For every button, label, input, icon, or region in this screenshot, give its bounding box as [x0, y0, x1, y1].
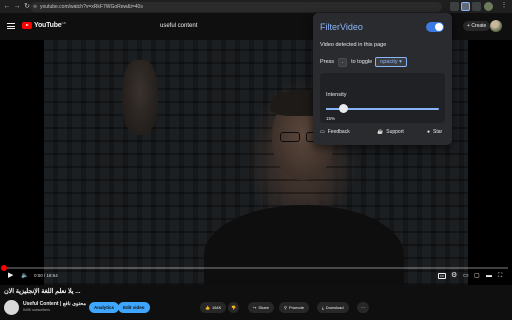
menu-icon[interactable] [7, 23, 15, 29]
toggle-text: to toggle [351, 59, 373, 65]
intensity-label: Intensity [326, 92, 347, 98]
profile-icon[interactable] [484, 2, 493, 11]
chevron-down-icon: ▾ [399, 59, 402, 65]
progress-bar[interactable] [1, 265, 508, 271]
browser-toolbar: ← → ↻ ⊜ youtube.com/watch?v=xRkF7WGoRew&… [0, 0, 512, 13]
cast-icon[interactable]: ▢ [474, 272, 480, 280]
feedback-link[interactable]: ▭ Feedback [320, 129, 350, 135]
intensity-slider[interactable] [326, 104, 439, 113]
captions-icon[interactable]: CC [438, 273, 446, 279]
feedback-icon: ▭ [320, 129, 325, 135]
detection-status: Video detected in this page [320, 42, 387, 48]
video-shoulders [204, 205, 404, 285]
search-query[interactable]: useful content [160, 23, 197, 29]
share-icon: ↪ [253, 305, 257, 310]
support-link[interactable]: ☕ Support [377, 129, 404, 135]
address-bar[interactable]: ⊜ youtube.com/watch?v=xRkF7WGoRew&t=40s [30, 2, 442, 12]
support-icon: ☕ [377, 129, 384, 135]
url-text: youtube.com/watch?v=xRkF7WGoRew&t=40s [40, 4, 143, 10]
share-button[interactable]: ↪ Share [248, 302, 275, 313]
intensity-value: 15% [326, 116, 336, 121]
create-button[interactable]: + Create [463, 21, 491, 31]
like-button[interactable]: 👍 164K [200, 302, 227, 313]
filtervideo-extension-icon[interactable] [461, 2, 470, 11]
intensity-panel: Intensity 15% [320, 73, 445, 123]
play-icon[interactable]: ▶ [8, 272, 13, 280]
dislike-button[interactable]: 👎 [228, 302, 239, 313]
video-title: يلا نعلم اللغة الإنجليزية الان ... [4, 288, 81, 295]
subscriber-count: 549K subscribers [23, 308, 51, 312]
time-display: 0:00 / 18:54 [34, 273, 58, 278]
account-avatar[interactable] [490, 20, 502, 32]
toggle-knob [435, 23, 443, 31]
site-info-icon[interactable]: ⊜ [33, 2, 37, 12]
video-hand [122, 60, 158, 135]
star-link[interactable]: ● Star [427, 129, 442, 135]
channel-avatar[interactable] [4, 300, 19, 315]
back-icon[interactable]: ← [2, 2, 12, 12]
more-icon: ⋯ [361, 305, 365, 310]
promote-button[interactable]: ⚲ Promote [279, 302, 310, 313]
fullscreen-icon[interactable]: ⛶ [498, 272, 502, 280]
extension-icon[interactable] [450, 2, 459, 11]
popup-title: FilterVideo [320, 22, 363, 32]
settings-icon[interactable]: ⚙ [451, 272, 457, 280]
mode-select[interactable]: opacity ▾ [375, 57, 407, 67]
filtervideo-popup: FilterVideo Video detected in this page … [313, 13, 452, 145]
youtube-play-icon [22, 22, 32, 29]
promote-icon: ⚲ [284, 305, 287, 310]
edit-video-button[interactable]: Edit video [118, 302, 150, 313]
youtube-logo[interactable]: YouTube GB [22, 21, 66, 29]
forward-icon[interactable]: → [12, 2, 22, 12]
shortcut-key[interactable]: . [338, 57, 348, 67]
shortcut-row: Press . to toggle opacity ▾ [320, 57, 407, 67]
browser-menu-icon[interactable]: ⋮ [499, 1, 509, 11]
channel-name[interactable]: Useful Content | محتوى نافع [23, 301, 86, 307]
download-icon: ⤓ [322, 305, 324, 310]
download-button[interactable]: ⤓ Download [317, 302, 349, 313]
enable-toggle[interactable] [426, 22, 444, 32]
press-label: Press [320, 59, 335, 65]
progress-scrubber[interactable] [1, 265, 7, 271]
extensions-puzzle-icon[interactable] [472, 2, 481, 11]
more-actions-button[interactable]: ⋯ [357, 302, 369, 313]
thumbs-up-icon: 👍 [205, 305, 210, 310]
intensity-thumb[interactable] [338, 104, 348, 113]
github-icon: ● [427, 129, 431, 135]
miniplayer-icon[interactable]: ▭ [463, 272, 469, 280]
volume-icon[interactable]: 🔈 [21, 272, 28, 280]
thumbs-down-icon: 👎 [231, 305, 236, 310]
theater-icon[interactable]: ▬ [486, 272, 492, 280]
analytics-button[interactable]: Analytics [89, 302, 120, 313]
